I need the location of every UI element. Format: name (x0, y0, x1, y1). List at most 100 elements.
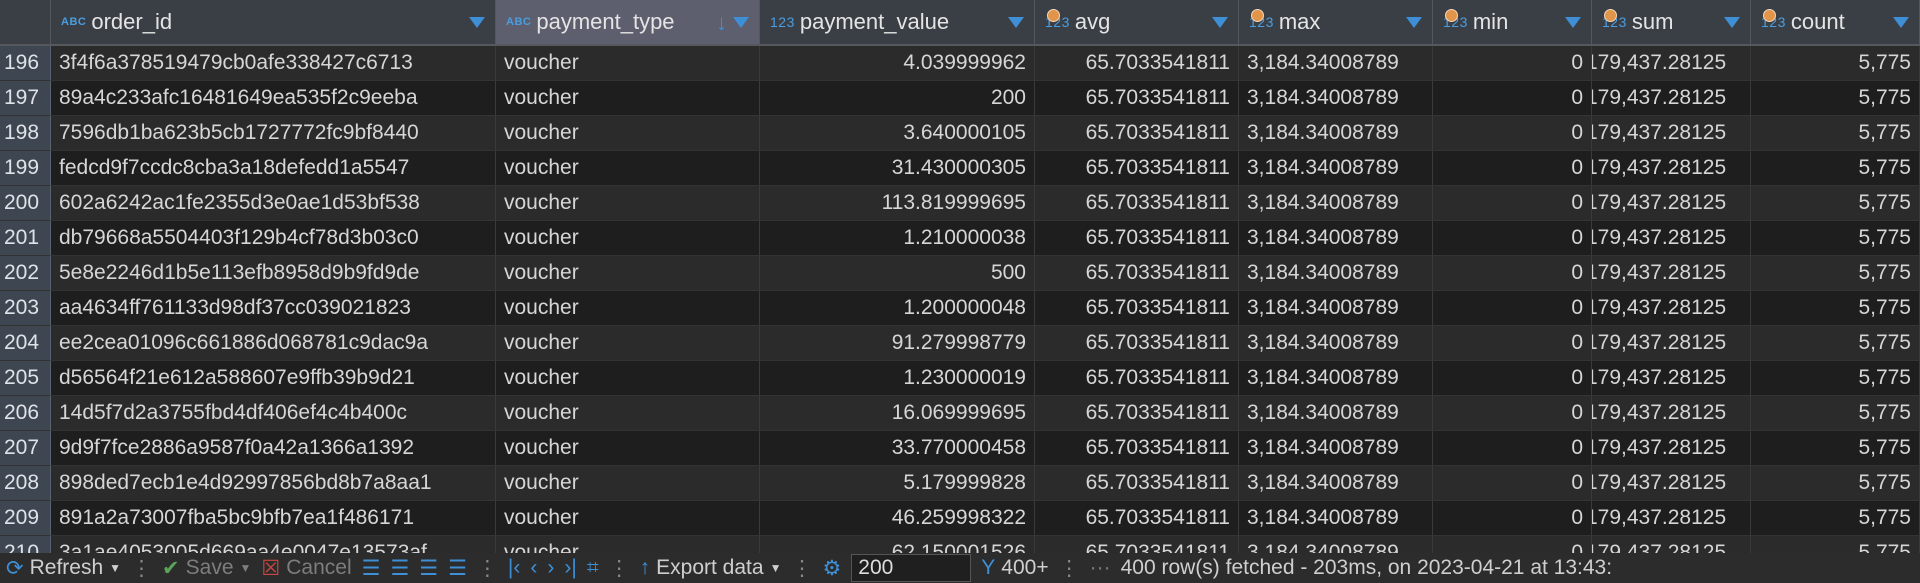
cell-payment-value[interactable]: 1.230000019 (760, 361, 1035, 396)
cell-count[interactable]: 5,775 (1751, 501, 1920, 536)
cell-min[interactable]: 0 (1433, 186, 1592, 221)
chevron-down-icon[interactable]: ▼ (770, 561, 782, 575)
table-row[interactable]: 206 14d5f7d2a3755fbd4df406ef4c4b400c vouch… (0, 396, 1920, 431)
cell-min[interactable]: 0 (1433, 396, 1592, 431)
cell-sum[interactable]: 179,437.28125 (1592, 501, 1751, 536)
cell-sum[interactable]: 179,437.28125 (1592, 221, 1751, 256)
chevron-down-icon[interactable]: ▼ (109, 561, 121, 575)
last-page-icon[interactable]: ›| (564, 556, 576, 580)
cell-min[interactable]: 0 (1433, 221, 1592, 256)
cell-sum[interactable]: 179,437.28125 (1592, 81, 1751, 116)
cell-payment-value[interactable]: 16.069999695 (760, 396, 1035, 431)
cell-order-id[interactable]: 89a4c233afc16481649ea535f2c9eeba (51, 81, 496, 116)
row-number[interactable]: 205 (0, 361, 51, 396)
row-number[interactable]: 203 (0, 291, 51, 326)
cell-avg[interactable]: 65.7033541811 (1035, 396, 1239, 431)
row-number[interactable]: 199 (0, 151, 51, 186)
sort-descending-icon[interactable]: ↓ (716, 10, 727, 36)
table-row[interactable]: 201 db79668a5504403f129b4cf78d3b03c0 vouch… (0, 221, 1920, 256)
cell-max[interactable]: 3,184.34008789 (1239, 256, 1433, 291)
table-row[interactable]: 198 7596db1ba623b5cb1727772fc9bf8440 vouch… (0, 116, 1920, 151)
cell-order-id[interactable]: 898ded7ecb1e4d92997856bd8b7a8aa1 (51, 466, 496, 501)
cell-order-id[interactable]: ee2cea01096c661886d068781c9dac9a (51, 326, 496, 361)
cell-sum[interactable]: 179,437.28125 (1592, 361, 1751, 396)
cell-payment-type[interactable]: voucher (496, 431, 760, 466)
cell-order-id[interactable]: fedcd9f7ccdc8cba3a18defedd1a5547 (51, 151, 496, 186)
cell-min[interactable]: 0 (1433, 46, 1592, 81)
cancel-button[interactable]: ☒ Cancel (261, 556, 351, 581)
cell-payment-type[interactable]: voucher (496, 221, 760, 256)
cell-max[interactable]: 3,184.34008789 (1239, 501, 1433, 536)
cell-sum[interactable]: 179,437.28125 (1592, 396, 1751, 431)
cell-sum[interactable]: 179,437.28125 (1592, 186, 1751, 221)
cell-max[interactable]: 3,184.34008789 (1239, 116, 1433, 151)
cell-max[interactable]: 3,184.34008789 (1239, 221, 1433, 256)
chevron-down-icon[interactable]: ▼ (240, 561, 252, 575)
cell-avg[interactable]: 65.7033541811 (1035, 116, 1239, 151)
column-header-payment-value[interactable]: 123 payment_value (760, 0, 1035, 44)
row-number[interactable]: 202 (0, 256, 51, 291)
cell-count[interactable]: 5,775 (1751, 291, 1920, 326)
add-row-icon[interactable]: ☰ (390, 556, 409, 581)
cell-order-id[interactable]: 9d9f7fce2886a9587f0a42a1366a1392 (51, 431, 496, 466)
cell-payment-type[interactable]: voucher (496, 466, 760, 501)
table-row[interactable]: 197 89a4c233afc16481649ea535f2c9eeba vouch… (0, 81, 1920, 116)
cell-payment-type[interactable]: voucher (496, 151, 760, 186)
cell-count[interactable]: 5,775 (1751, 431, 1920, 466)
cell-order-id[interactable]: 5e8e2246d1b5e113efb8958d9b9fd9de (51, 256, 496, 291)
cell-sum[interactable]: 179,437.28125 (1592, 291, 1751, 326)
filter-dropdown-icon[interactable] (733, 17, 749, 28)
export-data-button[interactable]: ↑ Export data ▼ (640, 556, 782, 580)
cell-payment-value[interactable]: 500 (760, 256, 1035, 291)
row-number[interactable]: 198 (0, 116, 51, 151)
cell-payment-value[interactable]: 3.640000105 (760, 116, 1035, 151)
filter-dropdown-icon[interactable] (469, 17, 485, 28)
cell-payment-value[interactable]: 200 (760, 81, 1035, 116)
row-number[interactable]: 197 (0, 81, 51, 116)
cell-order-id[interactable]: aa4634ff761133d98df37cc039021823 (51, 291, 496, 326)
table-row[interactable]: 205 d56564f21e612a588607e9ffb39b9d21 vouch… (0, 361, 1920, 396)
cell-count[interactable]: 5,775 (1751, 361, 1920, 396)
cell-max[interactable]: 3,184.34008789 (1239, 151, 1433, 186)
column-header-count[interactable]: 123 count (1751, 0, 1920, 44)
cell-sum[interactable]: 179,437.28125 (1592, 256, 1751, 291)
cell-max[interactable]: 3,184.34008789 (1239, 186, 1433, 221)
cell-min[interactable]: 0 (1433, 291, 1592, 326)
cell-max[interactable]: 3,184.34008789 (1239, 431, 1433, 466)
cell-payment-type[interactable]: voucher (496, 46, 760, 81)
save-button[interactable]: ✔ Save ▼ (162, 556, 251, 581)
cell-payment-value[interactable]: 91.279998779 (760, 326, 1035, 361)
column-header-min[interactable]: 123 min (1433, 0, 1592, 44)
cell-payment-value[interactable]: 46.259998322 (760, 501, 1035, 536)
cell-count[interactable]: 5,775 (1751, 186, 1920, 221)
cell-max[interactable]: 3,184.34008789 (1239, 326, 1433, 361)
cell-max[interactable]: 3,184.34008789 (1239, 291, 1433, 326)
table-row[interactable]: 203 aa4634ff761133d98df37cc039021823 vouch… (0, 291, 1920, 326)
row-number[interactable]: 204 (0, 326, 51, 361)
row-number[interactable]: 207 (0, 431, 51, 466)
table-row[interactable]: 200 602a6242ac1fe2355d3e0ae1d53bf538 vouch… (0, 186, 1920, 221)
table-row[interactable]: 196 3f4f6a378519479cb0afe338427c6713 vouch… (0, 46, 1920, 81)
next-page-icon[interactable]: › (547, 556, 554, 580)
cell-order-id[interactable]: 602a6242ac1fe2355d3e0ae1d53bf538 (51, 186, 496, 221)
table-row[interactable]: 202 5e8e2246d1b5e113efb8958d9b9fd9de vouch… (0, 256, 1920, 291)
cell-sum[interactable]: 179,437.28125 (1592, 431, 1751, 466)
filter-dropdown-icon[interactable] (1724, 17, 1740, 28)
filter-dropdown-icon[interactable] (1565, 17, 1581, 28)
cell-min[interactable]: 0 (1433, 431, 1592, 466)
column-header-payment-type[interactable]: ABC payment_type ↓ (496, 0, 760, 44)
table-row[interactable]: 199 fedcd9f7ccdc8cba3a18defedd1a5547 vouch… (0, 151, 1920, 186)
refresh-button[interactable]: ⟳ Refresh ▼ (6, 556, 121, 581)
column-header-avg[interactable]: 123 avg (1035, 0, 1239, 44)
cell-count[interactable]: 5,775 (1751, 46, 1920, 81)
cell-avg[interactable]: 65.7033541811 (1035, 361, 1239, 396)
cell-min[interactable]: 0 (1433, 326, 1592, 361)
cell-payment-value[interactable]: 1.210000038 (760, 221, 1035, 256)
row-number[interactable]: 208 (0, 466, 51, 501)
row-number[interactable]: 206 (0, 396, 51, 431)
cell-avg[interactable]: 65.7033541811 (1035, 46, 1239, 81)
column-header-sum[interactable]: 123 sum (1592, 0, 1751, 44)
fetch-all-button[interactable]: Y 400+ (981, 556, 1048, 580)
row-number[interactable]: 209 (0, 501, 51, 536)
cell-sum[interactable]: 179,437.28125 (1592, 466, 1751, 501)
